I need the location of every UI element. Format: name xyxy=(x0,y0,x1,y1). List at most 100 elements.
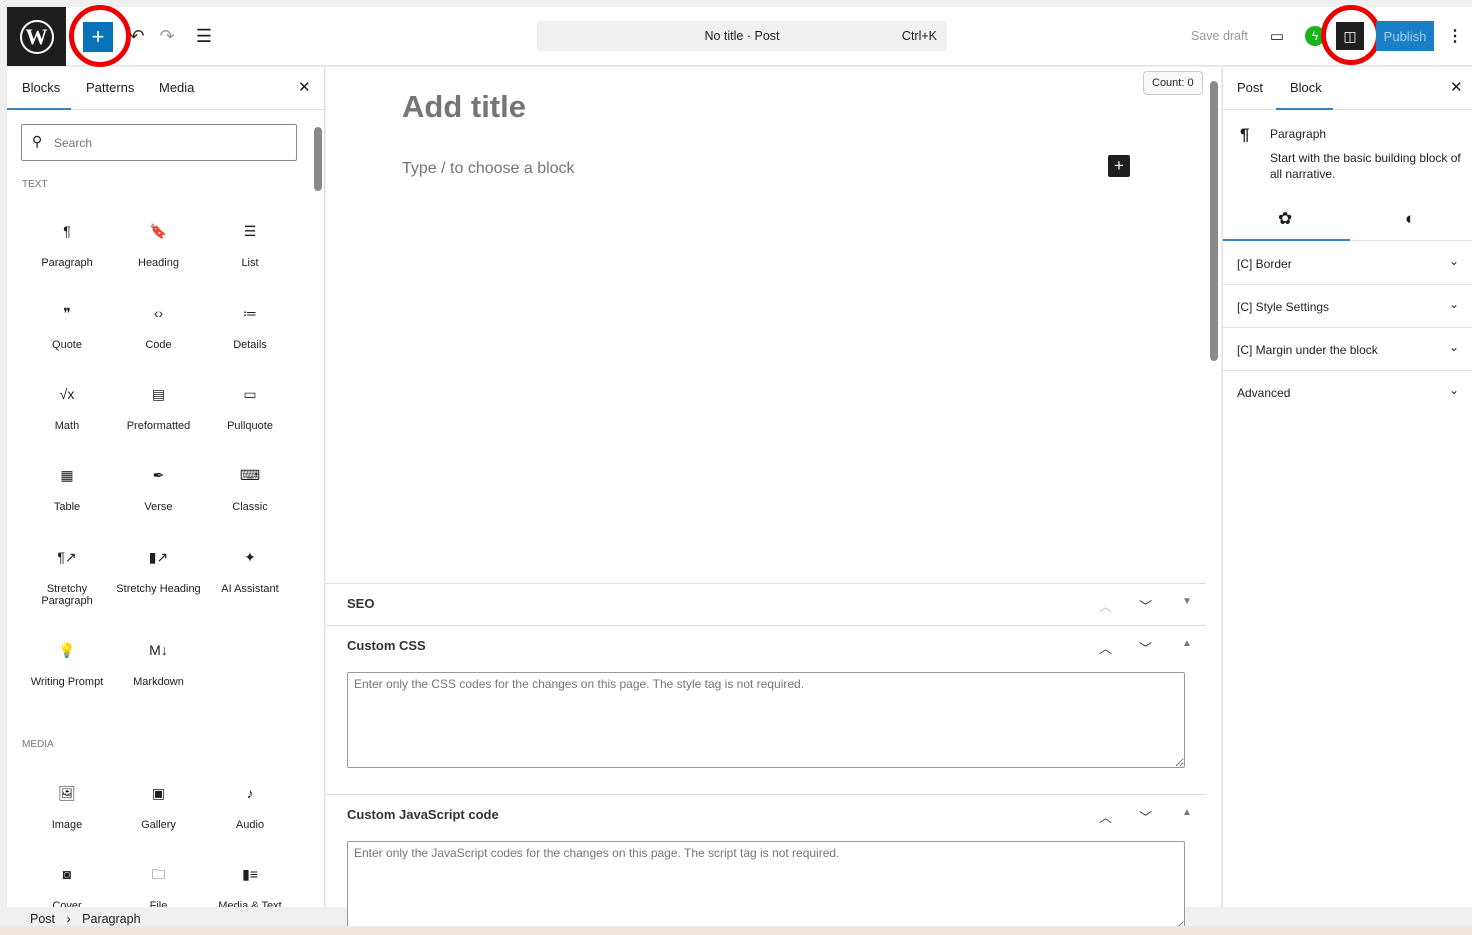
audio-icon: ♪ xyxy=(246,785,254,801)
block-item-verse[interactable]: ✒ Verse xyxy=(114,467,204,513)
chevron-down-icon: ⌄ xyxy=(1448,383,1459,397)
tab-patterns[interactable]: Patterns xyxy=(86,80,134,95)
tab-block[interactable]: Block xyxy=(1290,80,1322,95)
toggle-panel-icon[interactable]: ▼ xyxy=(1182,596,1192,607)
block-name: Paragraph xyxy=(1270,127,1327,141)
document-overview-icon[interactable]: ☰ xyxy=(192,23,216,49)
save-draft-button[interactable]: Save draft xyxy=(1191,29,1248,43)
block-label: File xyxy=(149,900,168,907)
panel-margin[interactable]: [C] Margin under the block ⌄ xyxy=(1223,328,1472,371)
block-item-audio[interactable]: ♪ Audio xyxy=(205,785,295,831)
panel-title: [C] Margin under the block xyxy=(1237,343,1378,357)
tab-media[interactable]: Media xyxy=(159,80,194,95)
styles-icon[interactable]: ◐ xyxy=(1405,209,1415,229)
markdown-icon: M↓ xyxy=(149,642,168,658)
meta-box-title[interactable]: Custom CSS xyxy=(347,638,426,653)
tab-post[interactable]: Post xyxy=(1237,80,1263,95)
details-icon: ≔ xyxy=(243,305,257,321)
block-search-input[interactable]: ⚲ Search xyxy=(21,124,297,161)
scrollbar[interactable] xyxy=(1210,81,1218,361)
add-block-button[interactable]: + xyxy=(1108,155,1130,177)
move-up-icon[interactable]: ︿ xyxy=(1099,596,1112,615)
block-item-cover[interactable]: ◙ Cover xyxy=(22,867,112,907)
block-item-math[interactable]: √x Math xyxy=(22,387,112,432)
panel-style-settings[interactable]: [C] Style Settings ⌄ xyxy=(1223,285,1472,328)
block-label: Classic xyxy=(232,501,268,513)
settings-sidebar: Post Block ✕ ¶ Paragraph Start with the … xyxy=(1222,67,1472,907)
block-label: Image xyxy=(51,819,83,831)
block-item-stretchy-heading[interactable]: ▮↗ Stretchy Heading xyxy=(114,550,204,595)
command-palette-button[interactable]: No title · Post Ctrl+K xyxy=(537,21,947,51)
list-icon: ☰ xyxy=(243,223,257,239)
publish-button[interactable]: Publish xyxy=(1376,21,1434,51)
block-placeholder[interactable]: Type / to choose a block xyxy=(402,160,575,178)
block-item-quote[interactable]: ❞ Quote xyxy=(22,306,112,351)
active-tab-indicator xyxy=(7,108,71,110)
block-label: Table xyxy=(53,501,81,513)
options-menu-icon[interactable]: ⋮ xyxy=(1445,23,1465,49)
heading-icon: 🔖 xyxy=(149,223,168,239)
block-item-details[interactable]: ≔ Details xyxy=(205,305,295,351)
block-item-list[interactable]: ☰ List xyxy=(205,223,295,269)
block-label: Quote xyxy=(52,339,82,351)
block-item-media-text[interactable]: ▮≡ Media & Text xyxy=(205,867,295,907)
tab-blocks[interactable]: Blocks xyxy=(22,80,60,95)
block-item-table[interactable]: ▦ Table xyxy=(22,468,112,513)
block-item-classic[interactable]: ⌨ Classic xyxy=(205,467,295,513)
meta-box-custom-css: Custom CSS ︿ ﹀ ▲ xyxy=(326,625,1206,794)
paragraph-icon: ¶ xyxy=(63,223,71,239)
wordpress-icon: W xyxy=(19,19,54,54)
block-item-gallery[interactable]: ▣ Gallery xyxy=(114,786,204,831)
title-input[interactable]: Add title xyxy=(402,89,526,125)
close-icon[interactable]: ✕ xyxy=(1450,78,1463,96)
block-item-ai-assistant[interactable]: ✦ AI Assistant xyxy=(205,550,295,595)
classic-icon: ⌨ xyxy=(239,467,261,483)
highlight-circle xyxy=(69,5,131,67)
block-label: Stretchy Heading xyxy=(116,583,201,595)
block-item-code[interactable]: ‹› Code xyxy=(114,306,204,351)
wordpress-logo-button[interactable]: W xyxy=(7,7,66,66)
block-label: Cover xyxy=(52,900,82,907)
block-item-paragraph[interactable]: ¶ Paragraph xyxy=(22,223,112,269)
taskbar-strip xyxy=(0,926,1472,935)
block-item-file[interactable]: 🗀 File xyxy=(114,867,204,907)
preview-icon[interactable]: ▭ xyxy=(1265,23,1289,49)
breadcrumb-paragraph[interactable]: Paragraph xyxy=(82,912,140,926)
breadcrumb: Post › Paragraph xyxy=(30,912,141,926)
verse-icon: ✒ xyxy=(152,467,165,483)
sidebar-tabs: Post Block ✕ xyxy=(1223,67,1472,110)
meta-box-title[interactable]: SEO xyxy=(347,596,374,611)
block-item-preformatted[interactable]: ▤ Preformatted xyxy=(114,387,204,432)
block-label: Writing Prompt xyxy=(30,676,104,688)
block-item-writing-prompt[interactable]: 💡 Writing Prompt xyxy=(22,642,112,688)
block-item-stretchy-paragraph[interactable]: ¶↗ Stretchy Paragraph xyxy=(22,550,112,607)
redo-icon[interactable]: ↷ xyxy=(155,23,179,49)
undo-icon[interactable]: ↶ xyxy=(125,23,149,49)
chevron-down-icon: ⌄ xyxy=(1448,297,1459,311)
panel-advanced[interactable]: Advanced ⌄ xyxy=(1223,371,1472,414)
custom-css-textarea[interactable] xyxy=(347,672,1185,768)
block-item-markdown[interactable]: M↓ Markdown xyxy=(114,642,204,688)
block-item-image[interactable]: 🖼 Image xyxy=(22,785,112,831)
search-placeholder: Search xyxy=(54,136,93,150)
move-up-icon[interactable]: ︿ xyxy=(1099,807,1112,826)
block-label: Media & Text xyxy=(218,900,282,907)
toggle-panel-icon[interactable]: ▲ xyxy=(1182,807,1192,818)
image-icon: 🖼 xyxy=(58,785,76,801)
move-down-icon[interactable]: ﹀ xyxy=(1139,807,1152,826)
active-tab-indicator xyxy=(1223,239,1350,241)
block-item-heading[interactable]: 🔖 Heading xyxy=(114,223,204,269)
panel-border[interactable]: [C] Border ⌄ xyxy=(1223,242,1472,285)
writing-prompt-icon: 💡 xyxy=(58,642,76,658)
gear-icon[interactable]: ✿ xyxy=(1278,209,1292,229)
close-icon[interactable]: ✕ xyxy=(298,78,311,96)
move-down-icon[interactable]: ﹀ xyxy=(1139,596,1152,615)
block-item-pullquote[interactable]: ▭ Pullquote xyxy=(205,387,295,432)
toggle-panel-icon[interactable]: ▲ xyxy=(1182,638,1192,649)
move-up-icon[interactable]: ︿ xyxy=(1099,638,1112,657)
move-down-icon[interactable]: ﹀ xyxy=(1139,638,1152,657)
breadcrumb-post[interactable]: Post xyxy=(30,912,55,926)
meta-box-title[interactable]: Custom JavaScript code xyxy=(347,807,499,822)
scrollbar[interactable] xyxy=(314,127,322,191)
custom-js-textarea[interactable] xyxy=(347,841,1185,931)
